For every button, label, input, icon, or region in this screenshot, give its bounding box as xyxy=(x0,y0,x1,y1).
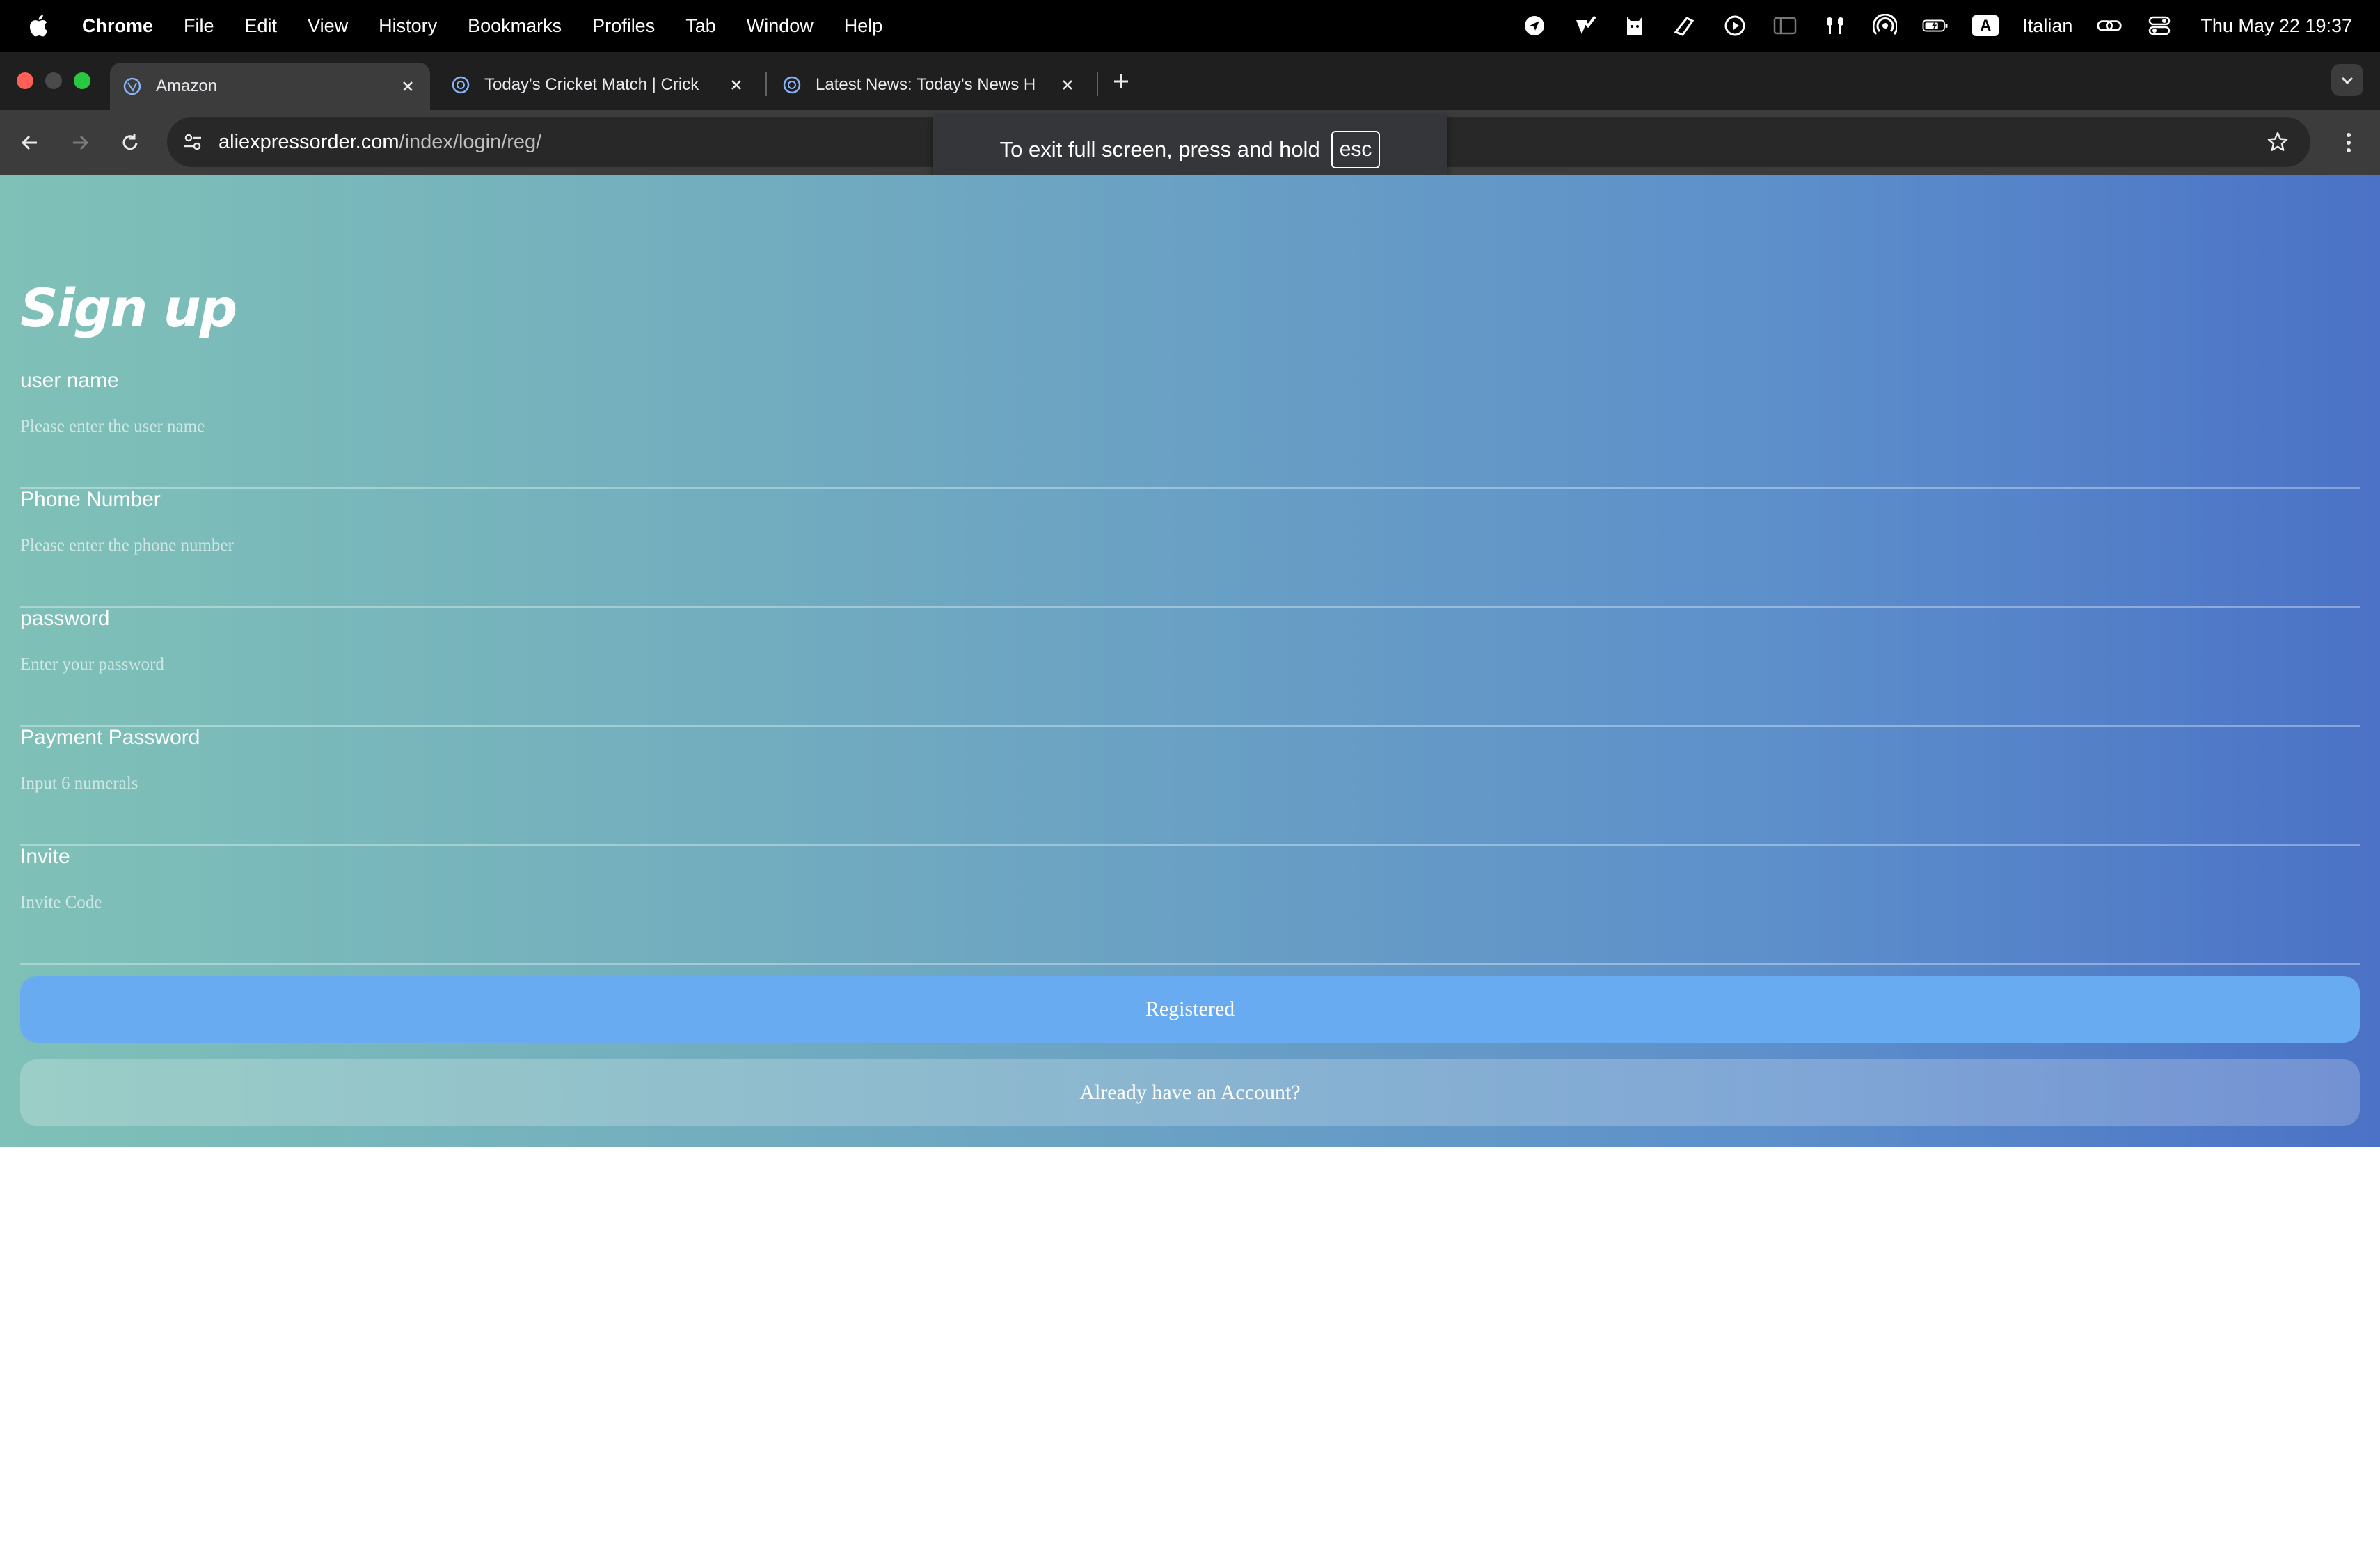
tab-latest-news[interactable]: Latest News: Today's News H xyxy=(770,63,1090,107)
reload-icon[interactable] xyxy=(114,127,146,159)
close-tab-icon[interactable] xyxy=(1058,75,1077,95)
window-zoom-button[interactable] xyxy=(74,72,90,89)
field-label: user name xyxy=(20,369,119,392)
scissors-icon[interactable] xyxy=(1672,13,1698,39)
site-settings-icon[interactable] xyxy=(177,126,209,158)
status-area: A Italian Thu May 22 19:37 xyxy=(1521,13,2352,39)
signup-page: Sign up user name Phone Number password … xyxy=(0,175,2380,1147)
fullscreen-exit-toast: To exit full screen, press and hold esc xyxy=(933,114,1447,185)
address-url[interactable]: aliexpressorder.com/index/login/reg/ xyxy=(219,131,541,154)
cat-icon[interactable] xyxy=(1621,13,1648,39)
field-label: Phone Number xyxy=(20,488,161,511)
tab-amazon[interactable]: Amazon xyxy=(110,63,430,110)
tab-separator xyxy=(1097,72,1098,96)
forward-arrow-icon[interactable] xyxy=(64,127,96,159)
field-label: Payment Password xyxy=(20,726,200,749)
globe-favicon-icon xyxy=(783,76,801,94)
close-tab-icon[interactable] xyxy=(727,75,746,95)
menu-file[interactable]: File xyxy=(184,15,214,37)
control-center-icon[interactable] xyxy=(2146,13,2173,39)
tab-separator xyxy=(765,72,767,96)
tab-title: Amazon xyxy=(156,77,218,95)
macos-menu-bar: Chrome File Edit View History Bookmarks … xyxy=(0,0,2380,52)
url-host: aliexpressorder.com xyxy=(219,130,399,153)
register-button[interactable]: Registered xyxy=(20,976,2360,1043)
menu-edit[interactable]: Edit xyxy=(245,15,278,37)
menu-history[interactable]: History xyxy=(379,15,437,37)
airdrop-icon[interactable] xyxy=(1872,13,1898,39)
menu-window[interactable]: Window xyxy=(747,15,814,37)
login-link-button[interactable]: Already have an Account? xyxy=(20,1059,2360,1126)
phone-number-field: Phone Number xyxy=(20,488,2360,608)
username-input[interactable] xyxy=(20,408,2317,445)
username-field: user name xyxy=(20,369,2360,489)
link-icon[interactable] xyxy=(2096,13,2123,39)
toast-message: To exit full screen, press and hold xyxy=(999,137,1320,161)
invite-code-field: Invite xyxy=(20,845,2360,965)
checkmark-shield-icon[interactable] xyxy=(1571,13,1598,39)
menu-tab[interactable]: Tab xyxy=(685,15,716,37)
password-input[interactable] xyxy=(20,646,2317,683)
input-source-badge[interactable]: A xyxy=(1972,15,1999,36)
input-source-label[interactable]: Italian xyxy=(2022,15,2072,37)
password-field: password xyxy=(20,607,2360,727)
close-tab-icon[interactable] xyxy=(398,77,418,96)
tab-title: Latest News: Today's News H xyxy=(816,75,1036,94)
back-arrow-icon[interactable] xyxy=(14,127,46,159)
location-arrow-icon[interactable] xyxy=(1521,13,1548,39)
sidebar-icon[interactable] xyxy=(1772,13,1798,39)
window-minimize-button[interactable] xyxy=(45,72,62,89)
field-label: password xyxy=(20,607,110,630)
tab-cricket[interactable]: Today's Cricket Match | Crick xyxy=(438,63,759,107)
globe-favicon-icon xyxy=(452,76,470,94)
apple-logo-icon[interactable] xyxy=(28,14,49,38)
more-menu-kebab-icon[interactable] xyxy=(2333,127,2365,159)
phone-number-input[interactable] xyxy=(20,527,2317,564)
menu-view[interactable]: View xyxy=(308,15,348,37)
payment-password-field: Payment Password xyxy=(20,726,2360,846)
menu-help[interactable]: Help xyxy=(844,15,883,37)
url-path: /index/login/reg/ xyxy=(399,130,542,153)
play-circle-icon[interactable] xyxy=(1722,13,1748,39)
new-tab-plus-icon[interactable] xyxy=(1105,65,1137,97)
menu-profiles[interactable]: Profiles xyxy=(592,15,655,37)
battery-charging-icon[interactable] xyxy=(1922,13,1949,39)
window-close-button[interactable] xyxy=(17,72,33,89)
payment-password-input[interactable] xyxy=(20,765,2317,803)
menubar-clock[interactable]: Thu May 22 19:37 xyxy=(2200,15,2352,37)
invite-code-input[interactable] xyxy=(20,884,2317,922)
menu-bookmarks[interactable]: Bookmarks xyxy=(468,15,562,37)
globe-favicon-icon xyxy=(123,77,141,95)
tab-search-chevron-down-icon[interactable] xyxy=(2331,64,2363,96)
airpods-icon[interactable] xyxy=(1822,13,1848,39)
tab-title: Today's Cricket Match | Crick xyxy=(484,75,699,94)
menu-chrome[interactable]: Chrome xyxy=(82,15,153,37)
bookmark-star-icon[interactable] xyxy=(2262,126,2294,158)
field-label: Invite xyxy=(20,845,70,868)
page-title: Sign up xyxy=(20,277,237,339)
esc-key-badge: esc xyxy=(1331,131,1381,168)
